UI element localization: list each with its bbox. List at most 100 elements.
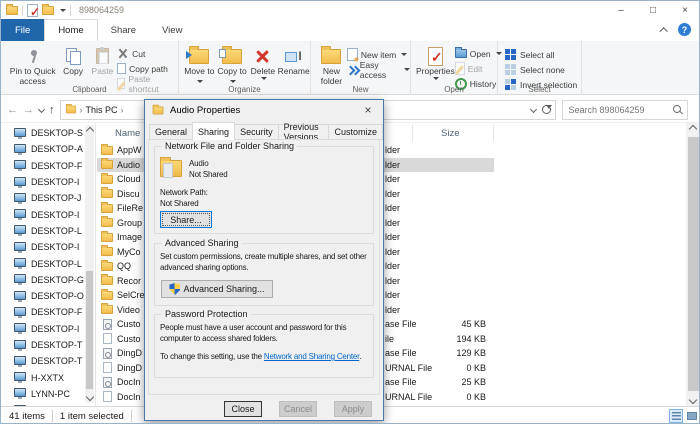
ribbon-tab-strip: File Home Share View: [1, 19, 700, 41]
nav-item[interactable]: DESKTOP-T: [1, 337, 95, 353]
paste-button[interactable]: Paste: [88, 43, 117, 77]
up-icon[interactable]: ↑: [49, 104, 55, 116]
properties-button[interactable]: ✓ Properties: [416, 43, 455, 80]
password-hint: To change this setting, use the Network …: [160, 352, 361, 363]
dialog-tab-previous-versions[interactable]: Previous Versions: [279, 124, 330, 140]
password-protection-text: People must have a user account and pass…: [160, 323, 372, 344]
dialog-tab-sharing[interactable]: Sharing: [192, 122, 235, 140]
search-box[interactable]: Search 898064259: [562, 100, 688, 120]
computer-icon: [14, 242, 26, 251]
group-label-open: Open: [411, 85, 497, 94]
cut-button[interactable]: Cut: [117, 46, 178, 61]
nav-item[interactable]: DESKTOP-J: [1, 190, 95, 206]
close-button[interactable]: ×: [669, 1, 700, 19]
nav-item[interactable]: DESKTOP-L: [1, 223, 95, 239]
nav-item[interactable]: DESKTOP-F: [1, 304, 95, 320]
share-button[interactable]: Share...: [160, 211, 212, 228]
nav-scrollbar[interactable]: [85, 125, 94, 403]
move-to-button[interactable]: Move to: [183, 43, 216, 86]
dialog-tab-customize[interactable]: Customize: [329, 124, 383, 140]
folder-qat-icon[interactable]: [42, 6, 54, 15]
nav-scrollbar-thumb[interactable]: [86, 271, 93, 389]
new-folder-button[interactable]: New folder: [316, 43, 347, 86]
scroll-up-icon[interactable]: [85, 127, 93, 135]
maximize-button[interactable]: □: [637, 1, 669, 19]
copy-to-button[interactable]: Copy to: [216, 43, 249, 86]
breadcrumb-this-pc[interactable]: This PC: [86, 105, 118, 115]
easy-access-button[interactable]: Easy access: [347, 62, 410, 77]
nav-item[interactable]: DESKTOP-A: [1, 141, 95, 157]
pin-to-quick-access-button[interactable]: Pin to Quick access: [7, 43, 58, 86]
column-header-size[interactable]: Size: [413, 125, 494, 141]
back-icon[interactable]: ←: [7, 104, 18, 116]
computer-icon: [14, 193, 26, 202]
help-icon[interactable]: ?: [678, 23, 691, 36]
tab-share[interactable]: Share: [98, 19, 149, 41]
nav-item[interactable]: LYNN-PC: [1, 386, 95, 402]
thumbnail-view-button[interactable]: [685, 409, 699, 423]
details-view-button[interactable]: [669, 409, 683, 423]
nav-item[interactable]: DESKTOP-S: [1, 125, 95, 141]
nav-item[interactable]: DESKTOP-F: [1, 158, 95, 174]
computer-icon: [14, 128, 26, 137]
copy-button[interactable]: Copy: [58, 43, 87, 77]
dialog-tab-security[interactable]: Security: [235, 124, 279, 140]
delete-caret-icon: [261, 77, 267, 80]
scroll-up-icon[interactable]: [689, 125, 697, 133]
properties-qat-icon[interactable]: ✓: [27, 4, 38, 17]
nav-item[interactable]: DESKTOP-T: [1, 353, 95, 369]
dialog-title: Audio Properties: [170, 105, 240, 116]
qat-dropdown-icon[interactable]: [60, 9, 66, 12]
apply-button[interactable]: Apply: [334, 401, 372, 417]
scroll-down-icon[interactable]: [85, 393, 93, 401]
scroll-down-icon[interactable]: [689, 396, 697, 404]
nav-item[interactable]: DESKTOP-I: [1, 239, 95, 255]
edit-button[interactable]: Edit: [455, 61, 502, 76]
select-all-button[interactable]: Select all: [505, 47, 577, 62]
refresh-icon[interactable]: [542, 105, 551, 114]
close-dialog-button[interactable]: Close: [224, 401, 262, 417]
nav-item[interactable]: DESKTOP-I: [1, 321, 95, 337]
nav-item[interactable]: DESKTOP-G: [1, 272, 95, 288]
select-none-button[interactable]: Select none: [505, 62, 577, 77]
computer-icon: [14, 307, 26, 316]
nav-item[interactable]: DESKTOP-I: [1, 174, 95, 190]
rename-icon: [285, 49, 303, 63]
dialog-close-icon[interactable]: ×: [353, 100, 383, 119]
gearfile-icon: [103, 319, 112, 330]
dialog-tab-general[interactable]: General: [149, 124, 193, 140]
copy-icon: [66, 48, 80, 64]
rename-button[interactable]: Rename: [277, 43, 310, 77]
search-input[interactable]: Search 898064259: [569, 105, 645, 115]
address-dropdown-icon[interactable]: [529, 106, 536, 113]
network-path-label: Network Path:: [160, 188, 208, 199]
computer-icon: [14, 356, 26, 365]
tab-view[interactable]: View: [149, 19, 195, 41]
folder-icon: [101, 305, 113, 314]
app-folder-icon: [6, 6, 18, 15]
folder-icon: [101, 175, 113, 184]
nav-item[interactable]: DESKTOP-L: [1, 255, 95, 271]
computer-icon: [14, 209, 26, 218]
shared-folder-icon: [160, 160, 182, 177]
nav-item[interactable]: H-XXTX: [1, 369, 95, 385]
tab-home[interactable]: Home: [44, 19, 97, 41]
cancel-button[interactable]: Cancel: [279, 401, 317, 417]
shared-item-state: Not Shared: [189, 170, 227, 181]
nav-item[interactable]: DESKTOP-O: [1, 288, 95, 304]
forward-icon[interactable]: →: [23, 104, 34, 116]
tab-file[interactable]: File: [1, 19, 44, 41]
nav-item[interactable]: DESKTOP-I: [1, 206, 95, 222]
file-scrollbar-thumb[interactable]: [688, 137, 699, 391]
dialog-titlebar: Audio Properties: [145, 100, 383, 120]
advanced-sharing-button[interactable]: Advanced Sharing...: [161, 280, 273, 298]
delete-button[interactable]: Delete: [248, 43, 277, 80]
network-sharing-center-link[interactable]: Network and Sharing Center: [264, 352, 359, 361]
select-all-icon: [505, 49, 517, 61]
recent-locations-icon[interactable]: [38, 106, 45, 113]
open-button[interactable]: Open: [455, 46, 502, 61]
new-folder-icon: [321, 49, 341, 64]
advanced-sharing-label: Advanced Sharing: [162, 238, 242, 248]
file-list-scrollbar[interactable]: [686, 123, 700, 406]
minimize-button[interactable]: –: [605, 1, 637, 19]
